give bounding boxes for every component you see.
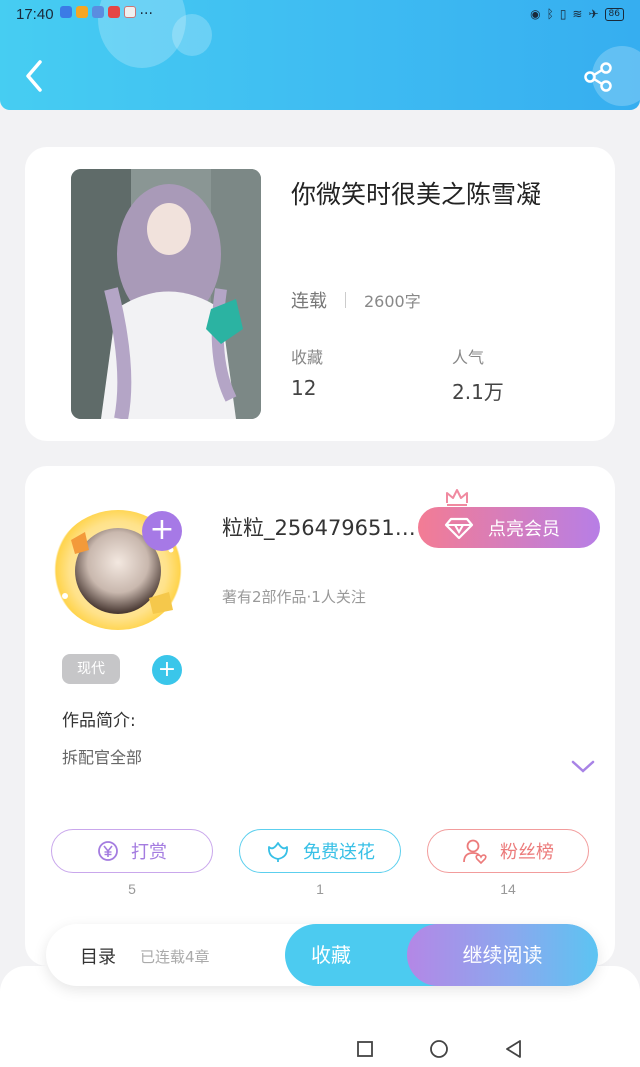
reward-button[interactable]: 打赏 — [51, 829, 213, 873]
user-heart-icon — [462, 838, 488, 864]
book-status-row: 连载 2600字 — [291, 287, 421, 313]
book-cover-image[interactable] — [71, 169, 261, 419]
reward-count: 5 — [128, 881, 136, 897]
eye-icon: ◉ — [530, 7, 541, 21]
divider — [345, 292, 346, 308]
system-nav-bar — [0, 1030, 640, 1067]
chapter-count: 已连载4章 — [140, 948, 210, 966]
follow-author-button[interactable]: + — [142, 511, 182, 551]
favorites-label: 收藏 — [291, 348, 324, 367]
square-icon[interactable] — [356, 1040, 374, 1058]
fans-count: 14 — [500, 881, 516, 897]
vibrate-icon: ▯ — [559, 7, 567, 21]
flower-count: 1 — [316, 881, 324, 897]
send-flower-button[interactable]: 免费送花 — [239, 829, 401, 873]
favorites-value: 12 — [291, 376, 317, 400]
circle-icon[interactable] — [429, 1039, 449, 1059]
diamond-icon — [444, 517, 474, 539]
chevron-down-icon[interactable] — [571, 760, 595, 774]
status-time: 17:40 — [16, 5, 54, 23]
status-bar: 17:40 ··· ◉ ᛒ ▯ ≋ ✈ 86 — [0, 0, 640, 28]
reward-label: 打赏 — [131, 842, 167, 863]
triangle-back-icon[interactable] — [504, 1039, 524, 1059]
header-bar: 17:40 ··· ◉ ᛒ ▯ ≋ ✈ 86 — [0, 0, 640, 110]
intro-label: 作品简介: — [62, 711, 136, 731]
continue-reading-button[interactable]: 继续阅读 — [407, 924, 598, 986]
vip-label: 点亮会员 — [488, 518, 560, 540]
serial-status: 连载 — [291, 291, 327, 312]
app-notification-icon — [75, 6, 88, 18]
intro-text: 拆配官全部 — [62, 748, 143, 767]
popularity-value: 2.1万 — [452, 380, 504, 404]
word-count: 2600字 — [364, 292, 421, 311]
send-flower-label: 免费送花 — [303, 842, 375, 863]
author-meta: 著有2部作品·1人关注 — [222, 588, 366, 606]
flower-icon — [265, 839, 291, 863]
fans-ranking-label: 粉丝榜 — [500, 842, 554, 863]
airplane-icon: ✈ — [588, 7, 599, 21]
notification-icons: ··· — [59, 6, 153, 22]
crown-icon — [446, 489, 468, 506]
popularity-label: 人气 — [452, 348, 485, 367]
table-of-contents-button[interactable]: 目录 — [80, 943, 116, 969]
book-title: 你微笑时很美之陈雪凝 — [291, 180, 542, 209]
app-notification-icon — [123, 6, 136, 18]
share-icon — [584, 62, 612, 92]
app-notification-icon — [91, 6, 104, 18]
app-notification-icon — [107, 6, 120, 18]
genre-tag[interactable]: 现代 — [62, 654, 120, 684]
app-notification-icon — [59, 6, 72, 18]
system-indicators: ◉ ᛒ ▯ ≋ ✈ 86 — [530, 7, 624, 21]
book-info-card: 你微笑时很美之陈雪凝 连载 2600字 收藏 12 人气 2.1万 — [25, 147, 615, 441]
cover-illustration — [71, 169, 261, 419]
wifi-icon: ≋ — [572, 7, 583, 21]
battery-icon: 86 — [604, 7, 624, 21]
author-card: + 粒粒_256479651… 著有2部作品·1人关注 点亮会员 现代 + 作品… — [25, 466, 615, 966]
vip-button[interactable]: 点亮会员 — [418, 507, 600, 548]
more-notifications: ··· — [139, 6, 153, 22]
author-name[interactable]: 粒粒_256479651… — [222, 512, 416, 542]
back-button[interactable] — [20, 56, 50, 96]
back-icon — [26, 60, 42, 92]
reading-action-bar: 目录 已连载4章 收藏 继续阅读 — [46, 924, 598, 986]
fans-ranking-button[interactable]: 粉丝榜 — [427, 829, 589, 873]
yen-icon — [97, 840, 119, 862]
share-button[interactable] — [582, 60, 616, 94]
bluetooth-icon: ᛒ — [546, 7, 554, 21]
add-tag-button[interactable]: + — [152, 655, 182, 685]
